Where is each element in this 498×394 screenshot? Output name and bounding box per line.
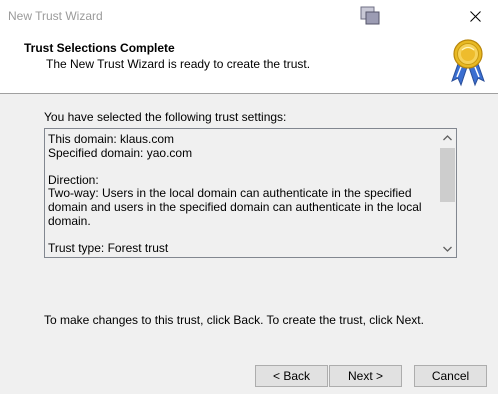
next-button[interactable]: Next >	[329, 365, 402, 387]
close-icon	[469, 10, 481, 22]
scroll-up-button[interactable]	[439, 129, 456, 146]
chevron-down-icon	[443, 246, 452, 252]
header-subtitle: The New Trust Wizard is ready to create …	[46, 57, 311, 71]
award-ribbon-icon	[446, 37, 490, 89]
trust-type-line: Trust type: Forest trust	[48, 240, 169, 255]
header-title: Trust Selections Complete	[24, 41, 175, 55]
intro-text: You have selected the following trust se…	[44, 110, 287, 124]
direction-label: Direction:	[48, 172, 99, 187]
chevron-up-icon	[443, 134, 452, 140]
wizard-header: Trust Selections Complete The New Trust …	[0, 32, 498, 94]
trust-settings-summary[interactable]: This domain: klaus.com Specified domain:…	[44, 128, 457, 258]
specified-domain-line: Specified domain: yao.com	[48, 145, 193, 160]
scroll-down-button[interactable]	[439, 240, 456, 257]
window-title: New Trust Wizard	[8, 9, 103, 23]
scroll-thumb[interactable]	[440, 148, 455, 202]
wizard-app-icon	[358, 5, 382, 27]
back-button[interactable]: < Back	[255, 365, 328, 387]
vertical-scrollbar[interactable]	[439, 129, 456, 257]
this-domain-line: This domain: klaus.com	[48, 132, 175, 146]
direction-text: Two-way: Users in the local domain can a…	[48, 186, 422, 228]
cancel-button[interactable]: Cancel	[414, 365, 487, 387]
footer-instructions: To make changes to this trust, click Bac…	[44, 313, 424, 327]
title-bar: New Trust Wizard	[0, 0, 498, 32]
summary-content: This domain: klaus.com Specified domain:…	[48, 132, 438, 255]
close-button[interactable]	[452, 0, 498, 32]
new-trust-wizard-window: New Trust Wizard Trust Selections Comple…	[0, 0, 498, 394]
